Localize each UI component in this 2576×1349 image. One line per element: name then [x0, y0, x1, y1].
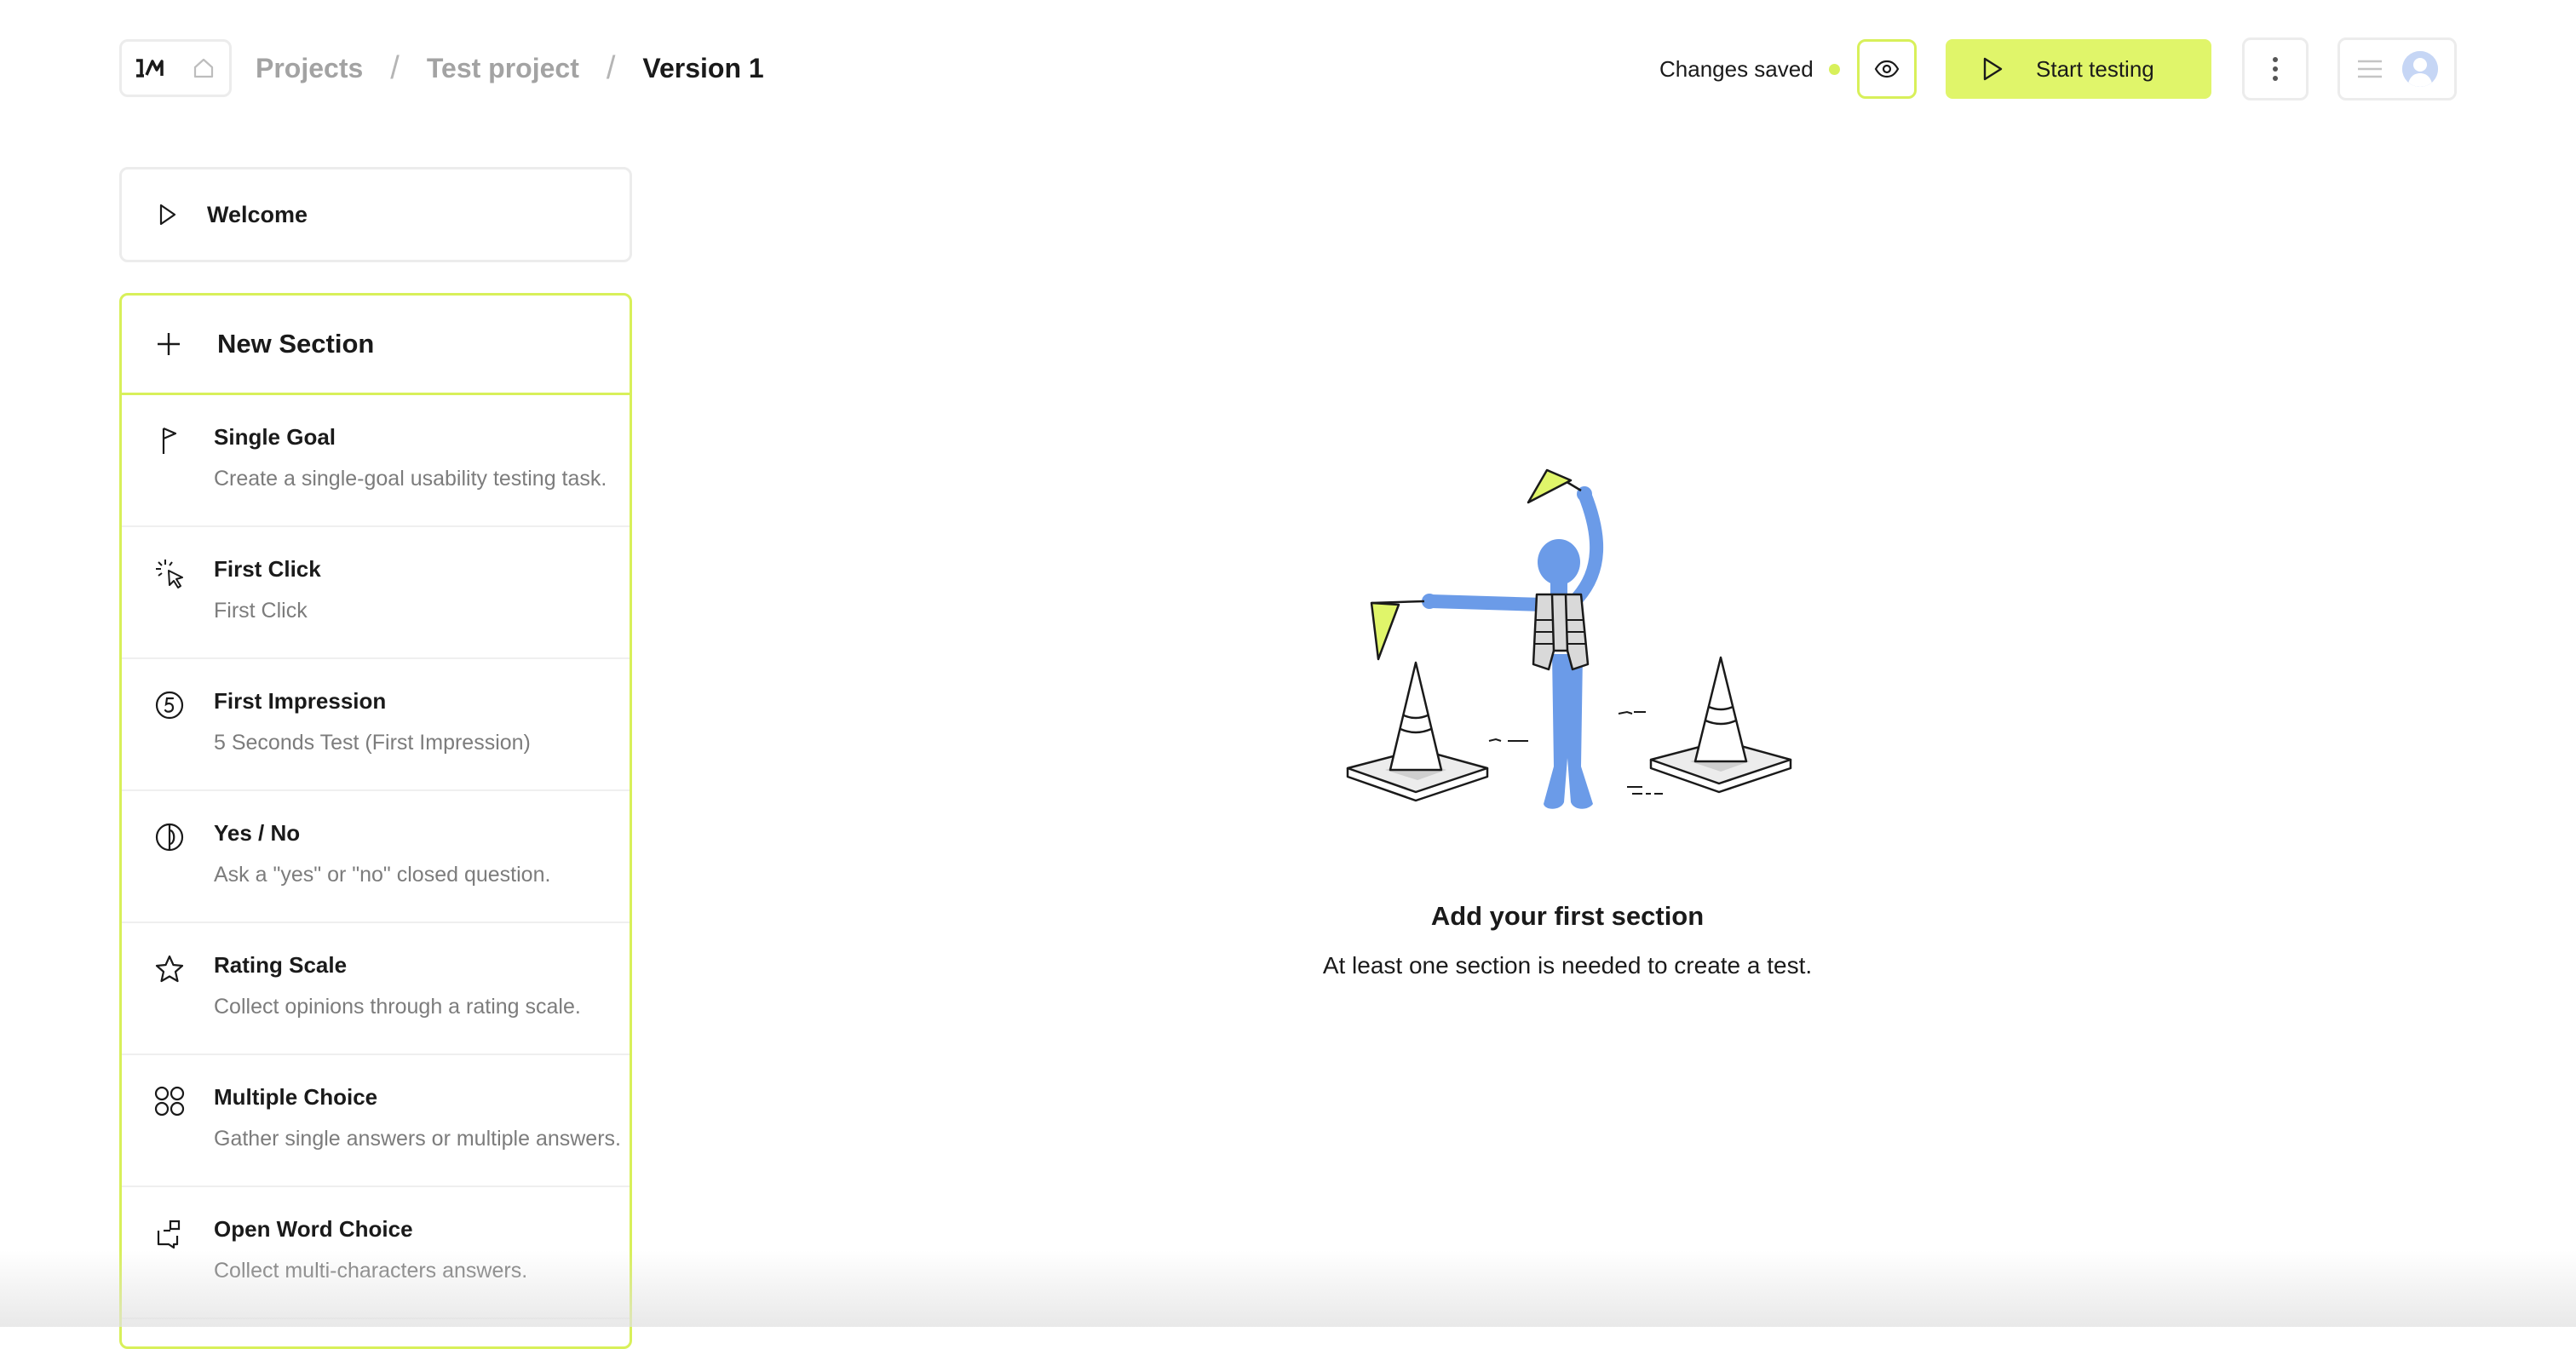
traffic-controller-illustration	[1346, 468, 1792, 809]
section-option-multiple-choice[interactable]: Multiple Choice Gather single answers or…	[122, 1055, 630, 1187]
home-group	[119, 39, 232, 97]
option-description: Create a single-goal usability testing t…	[214, 467, 607, 491]
star-icon	[151, 950, 188, 988]
preview-button[interactable]	[1857, 39, 1917, 99]
section-option-first-impression[interactable]: First Impression 5 Seconds Test (First I…	[122, 659, 630, 791]
section-option-yes-no[interactable]: Yes / No Ask a "yes" or "no" closed ques…	[122, 791, 630, 923]
new-section-header[interactable]: New Section	[122, 296, 630, 395]
click-icon	[151, 554, 188, 592]
flag-icon	[151, 422, 188, 460]
top-bar: Projects / Test project / Version 1 Chan…	[0, 0, 2576, 138]
option-title: Single Goal	[214, 424, 336, 450]
hamburger-icon	[2358, 60, 2382, 78]
eye-icon	[1874, 60, 1900, 78]
yes-no-icon	[151, 818, 188, 856]
five-seconds-icon	[151, 686, 188, 724]
section-option-first-click[interactable]: First Click First Click	[122, 527, 630, 659]
user-menu-button[interactable]	[2337, 37, 2457, 100]
home-icon[interactable]	[178, 42, 229, 95]
play-icon	[1981, 56, 2004, 82]
welcome-label: Welcome	[207, 201, 308, 227]
avatar	[2402, 51, 2438, 87]
logo-icon[interactable]	[122, 42, 178, 95]
plus-icon	[156, 331, 181, 357]
option-title: First Click	[214, 556, 321, 582]
multiple-choice-icon	[151, 1082, 188, 1120]
save-status: Changes saved	[1659, 53, 1840, 85]
option-description: Collect opinions through a rating scale.	[214, 995, 581, 1019]
option-title: First Impression	[214, 688, 387, 714]
breadcrumb-project[interactable]: Test project	[427, 53, 579, 84]
new-section-label: New Section	[217, 329, 375, 359]
breadcrumb-separator: /	[606, 49, 616, 86]
empty-state-subtitle: At least one section is needed to create…	[1322, 952, 1813, 979]
start-testing-button[interactable]: Start testing	[1946, 39, 2211, 99]
more-options-button[interactable]	[2242, 37, 2309, 100]
welcome-section-card[interactable]: Welcome	[119, 167, 632, 262]
breadcrumb-projects[interactable]: Projects	[256, 53, 363, 84]
save-status-text: Changes saved	[1659, 55, 1814, 82]
new-section-panel: New Section Single Goal Create a single-…	[119, 293, 632, 1349]
section-option-single-goal[interactable]: Single Goal Create a single-goal usabili…	[122, 395, 630, 527]
option-title: Open Word Choice	[214, 1216, 413, 1242]
breadcrumb-separator: /	[390, 49, 400, 86]
option-title: Rating Scale	[214, 952, 348, 978]
section-option-open-word-choice[interactable]: Open Word Choice Collect multi-character…	[122, 1187, 630, 1319]
option-description: First Click	[214, 599, 308, 623]
option-description: 5 Seconds Test (First Impression)	[214, 731, 531, 755]
breadcrumb-version: Version 1	[642, 52, 764, 83]
section-option-rating-scale[interactable]: Rating Scale Collect opinions through a …	[122, 923, 630, 1055]
open-word-icon	[151, 1214, 188, 1252]
start-testing-label: Start testing	[2036, 55, 2154, 82]
option-title: Yes / No	[214, 820, 301, 846]
breadcrumb: Projects / Test project / Version 1	[256, 48, 764, 89]
status-dot-icon	[1828, 63, 1840, 75]
option-description: Ask a "yes" or "no" closed question.	[214, 863, 551, 887]
more-vertical-icon	[2273, 57, 2278, 81]
empty-state: Add your first section At least one sect…	[1278, 443, 1857, 1005]
option-description: Collect multi-characters answers.	[214, 1259, 528, 1283]
empty-state-title: Add your first section	[1430, 901, 1705, 931]
option-description: Gather single answers or multiple answer…	[214, 1127, 621, 1151]
option-title: Multiple Choice	[214, 1084, 378, 1110]
play-icon	[158, 203, 178, 227]
